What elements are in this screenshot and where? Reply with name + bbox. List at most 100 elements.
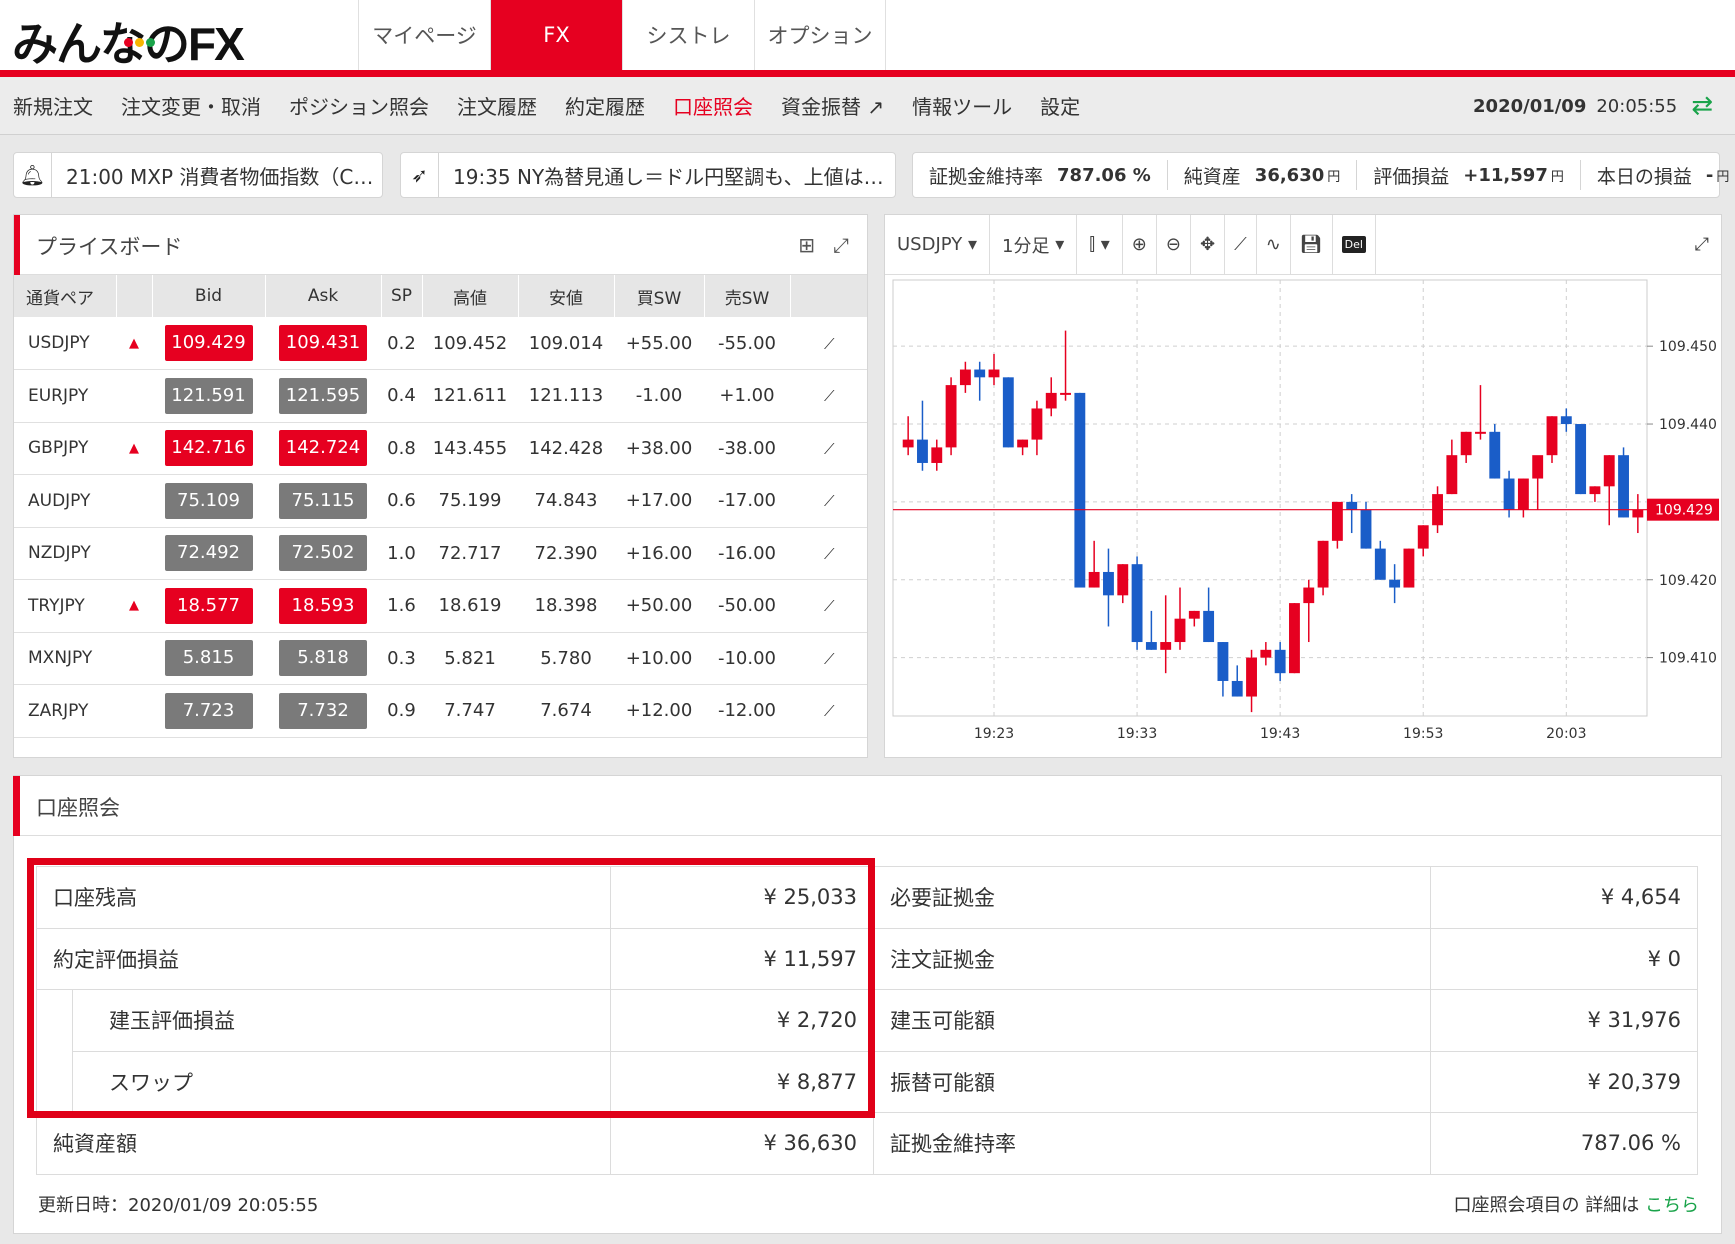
panel-accent (14, 215, 20, 275)
x-tick-label: 19:53 (1403, 726, 1443, 742)
zoom-out-icon: ⊖ (1165, 234, 1181, 255)
candle-body (1460, 431, 1472, 456)
chart-toolbar: USDJPY ▾ 1分足 ▾ ⫿ ▾ ⊕ ⊖ ✥ ⟋ ∿ 💾︎ Del ⤢ (885, 214, 1721, 275)
nav-info-tools[interactable]: 情報ツール (898, 91, 1026, 120)
ask-button[interactable]: 72.502 (279, 535, 367, 572)
draw-line-button[interactable]: ⟋ (1225, 214, 1257, 275)
indicator-button[interactable]: ∿ (1257, 214, 1291, 275)
panel-accent (13, 776, 20, 836)
trend-chart-icon[interactable]: ⟋ (824, 492, 835, 510)
pan-button[interactable]: ✥ (1191, 214, 1226, 275)
trend-chart-icon[interactable]: ⟋ (824, 335, 835, 353)
candle-body (1031, 408, 1043, 440)
trend-chart-icon[interactable]: ⟋ (824, 650, 835, 668)
tab-fx[interactable]: FX (490, 0, 622, 70)
symbol-select[interactable]: USDJPY ▾ (885, 214, 991, 275)
ask-button[interactable]: 109.431 (279, 325, 367, 361)
bid-button[interactable]: 72.492 (164, 535, 253, 572)
candle (1489, 424, 1501, 479)
candle (1289, 603, 1300, 674)
ask-cell: 109.431 (265, 317, 381, 370)
bid-button[interactable]: 75.109 (164, 482, 253, 519)
ask-button[interactable]: 121.595 (279, 377, 367, 414)
nav-new-order[interactable]: 新規注文 (0, 91, 107, 120)
candle-body (1618, 455, 1629, 518)
col-low: 安値 (518, 275, 615, 317)
caret-down-icon: ▾ (1100, 234, 1110, 255)
chart-type-select[interactable]: ⫿ ▾ (1077, 214, 1123, 275)
price-row-nzdjpy[interactable]: NZDJPY 72.492 72.502 1.0 72.717 72.390 +16.00-… (14, 527, 867, 580)
bid-button[interactable]: 109.429 (164, 325, 253, 361)
account-panel: 口座照会 口座残高 ¥ 25,033 必要証拠金 ¥ 4,654 約定評価損益 ¥ 11,… (13, 775, 1722, 1234)
bid-button[interactable]: 18.577 (164, 587, 253, 624)
candle-body (1317, 540, 1329, 588)
zoom-in-button[interactable]: ⊕ (1123, 214, 1157, 275)
bid-button[interactable]: 5.815 (164, 640, 253, 677)
account-row: 約定評価損益 ¥ 11,597 注文証拠金 ¥ 0 (35, 927, 1699, 990)
tab-systre[interactable]: シストレ (622, 0, 754, 70)
chart-fullscreen-button[interactable]: ⤢ (1683, 215, 1721, 275)
top-bar: みんなのFX マイページ FX シストレ オプション (0, 0, 1735, 70)
market-news[interactable]: ➶ 19:35 NY為替見通し＝ドル円堅調も、上値は… (400, 152, 896, 198)
metric-net-assets: 純資産 36,630 円 (1168, 160, 1358, 190)
indent-cell (36, 1051, 73, 1113)
nav-trade-history[interactable]: 約定履歴 (551, 91, 659, 120)
interval-select[interactable]: 1分足 ▾ (990, 214, 1078, 275)
pair-name: ZARJPY (14, 684, 116, 738)
trend-chart-icon[interactable]: ⟋ (824, 702, 835, 720)
nav-order-change[interactable]: 注文変更・取消 (107, 91, 275, 120)
trend-chart-icon[interactable]: ⟋ (824, 545, 835, 563)
candle-body (1160, 642, 1172, 650)
indicator-news[interactable]: 🔔︎ 21:00 MXP 消費者物価指数（C… (13, 152, 383, 198)
left-value: ¥ 2,720 (610, 989, 875, 1052)
buy-swap: +50.00 (614, 579, 704, 633)
bid-button[interactable]: 7.723 (164, 692, 253, 729)
col-sp: SP (381, 275, 423, 317)
spread: 0.8 (381, 422, 422, 475)
nav-account[interactable]: 口座照会 (659, 91, 767, 120)
candle (1575, 424, 1587, 495)
price-row-mxnjpy[interactable]: MXNJPY 5.815 5.818 0.3 5.821 5.780 +10.00 -10.0… (14, 632, 867, 685)
candlestick-chart[interactable]: 109.450 109.440 109.420 109.410 19:23 19:33 19… (885, 276, 1721, 758)
ask-button[interactable]: 142.724 (279, 430, 367, 467)
help-link[interactable]: こちら (1645, 1195, 1699, 1216)
help-text: 口座照会項目の 詳細は こちら (1453, 1195, 1699, 1216)
refresh-arrows-icon[interactable]: ⇄ (1691, 91, 1713, 121)
trend-chart-icon[interactable]: ⟋ (824, 597, 835, 615)
candle-body (931, 447, 943, 463)
tab-mypage[interactable]: マイページ (358, 0, 490, 70)
price-row-tryjpy[interactable]: TRYJPY ▲ 18.577 18.593 1.6 18.619 18.398 +50.00… (14, 579, 867, 633)
expand-icon[interactable]: ⤢ (833, 233, 849, 257)
price-row-zarjpy[interactable]: ZARJPY 7.723 7.732 0.9 7.747 7.674 +12.00 -12.0… (14, 684, 867, 738)
trend-chart-icon[interactable]: ⟋ (824, 387, 835, 405)
trend-chart-icon[interactable]: ⟋ (824, 440, 835, 458)
save-button[interactable]: 💾︎ (1291, 214, 1333, 275)
nav-transfer[interactable]: 資金振替 ↗ (767, 91, 898, 120)
ask-button[interactable]: 75.115 (279, 482, 367, 519)
sell-swap: -55.00 (704, 317, 790, 370)
bid-button[interactable]: 121.591 (164, 377, 253, 414)
right-value: ¥ 20,379 (1429, 1050, 1699, 1113)
candlestick-icon: ⫿ (1089, 234, 1096, 255)
price-row-audjpy[interactable]: AUDJPY 75.109 75.115 0.6 75.199 74.843 +17.00-… (14, 474, 867, 528)
delete-drawings-button[interactable]: Del (1333, 214, 1376, 275)
ask-button[interactable]: 7.732 (279, 692, 367, 729)
zoom-out-button[interactable]: ⊖ (1157, 214, 1191, 275)
tab-option[interactable]: オプション (754, 0, 886, 70)
logo[interactable]: みんなのFX (12, 8, 245, 74)
bid-button[interactable]: 142.716 (164, 430, 253, 467)
nav-order-history[interactable]: 注文履歴 (443, 91, 551, 120)
ask-button[interactable]: 5.818 (279, 640, 367, 677)
spread: 0.6 (381, 474, 422, 528)
nav-settings[interactable]: 設定 (1026, 91, 1094, 120)
price-row-eurjpy[interactable]: EURJPY 121.591 121.595 0.4 121.611 121.113 -1.… (14, 369, 867, 423)
ask-cell: 121.595 (265, 369, 381, 423)
nav-positions[interactable]: ポジション照会 (275, 91, 443, 120)
price-row-gbpjpy[interactable]: GBPJPY ▲ 142.716 142.724 0.8 143.455 142.428 +3… (14, 422, 867, 475)
ask-button[interactable]: 18.593 (279, 587, 367, 624)
spread: 0.4 (381, 369, 422, 423)
grid-view-icon[interactable]: ⊞ (798, 233, 815, 257)
direction-cell (116, 684, 152, 738)
price-row-usdjpy[interactable]: USDJPY ▲ 109.429 109.431 0.2 109.452 109.014 +5… (14, 317, 867, 370)
right-label: 振替可能額 (873, 1050, 1431, 1113)
